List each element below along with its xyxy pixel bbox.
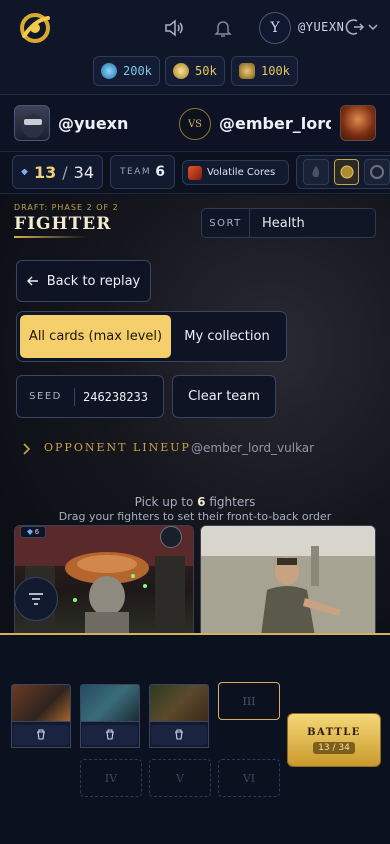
player-name: @yuexn: [58, 114, 129, 133]
filter-chip-1[interactable]: [303, 159, 329, 185]
team-slot-empty[interactable]: IV: [80, 759, 142, 797]
filter-strip: [296, 155, 390, 189]
arrow-left-icon: [26, 276, 38, 286]
chevron-down-icon[interactable]: [367, 21, 379, 33]
currency-gold-pill[interactable]: 50k: [165, 56, 225, 86]
gold-gem-icon: [173, 63, 189, 79]
flame-icon: [312, 166, 319, 177]
spiral-icon: [370, 165, 385, 179]
drag-hint: Drag your fighters to set their front-to…: [58, 510, 332, 523]
vs-badge: VS: [179, 108, 211, 140]
team-slot-3[interactable]: [149, 684, 209, 722]
filter-chip-3[interactable]: [364, 159, 390, 185]
volatile-cores-chip[interactable]: Volatile Cores: [182, 160, 289, 185]
opponent-name: @ember_lord...: [219, 114, 331, 133]
page-title: FIGHTER: [14, 214, 112, 234]
back-to-replay-button[interactable]: Back to replay: [16, 260, 151, 302]
diamond-icon: [21, 168, 28, 176]
currency-coin-pill[interactable]: 100k: [231, 56, 298, 86]
toggle-my-collection[interactable]: My collection: [171, 315, 283, 358]
player-avatar: [14, 105, 50, 141]
toggle-all-cards[interactable]: All cards (max level): [20, 315, 171, 358]
blue-gem-icon: [101, 63, 117, 79]
team-slot-1[interactable]: [11, 684, 71, 722]
trash-icon: [106, 729, 114, 740]
coin-icon: [239, 63, 255, 79]
card-element-icon: [160, 526, 182, 548]
team-size-box: TEAM 6: [110, 155, 175, 189]
team-slot-empty[interactable]: VI: [218, 759, 280, 797]
sort-select[interactable]: SORT Health: [201, 208, 376, 238]
chevron-right-icon[interactable]: [22, 442, 32, 456]
medal-icon: [340, 165, 353, 179]
card-level-badge: 6: [20, 526, 46, 538]
team-slot-empty[interactable]: V: [149, 759, 211, 797]
fighter-card-soldier[interactable]: [200, 525, 376, 635]
bell-icon[interactable]: [212, 17, 234, 39]
seed-field[interactable]: SEED 246238233: [16, 375, 164, 418]
opponent-avatar: [340, 105, 376, 141]
speaker-icon[interactable]: [163, 17, 185, 39]
card-count-box: 13 / 34: [12, 155, 103, 189]
diamond-icon: [26, 529, 33, 535]
title-underline: [14, 236, 88, 238]
remove-slot-2-button[interactable]: [80, 722, 140, 748]
app-logo[interactable]: [16, 10, 54, 46]
core-icon: [188, 165, 202, 180]
clear-team-button[interactable]: Clear team: [172, 375, 276, 418]
logout-icon[interactable]: [345, 17, 365, 37]
filter-fab-button[interactable]: [14, 577, 58, 621]
filter-chip-2[interactable]: [333, 159, 360, 185]
team-slot-active[interactable]: III: [218, 682, 280, 720]
username-label[interactable]: @YUEXN: [298, 20, 344, 34]
trash-icon: [37, 729, 45, 740]
user-avatar[interactable]: Y: [259, 12, 291, 44]
remove-slot-1-button[interactable]: [11, 722, 71, 748]
trash-icon: [175, 729, 183, 740]
filter-icon: [29, 593, 43, 605]
battle-button[interactable]: BATTLE 13 / 34: [288, 714, 380, 766]
opponent-lineup-name: @ember_lord_vulkar: [191, 441, 315, 455]
currency-blue-pill[interactable]: 200k: [93, 56, 160, 86]
remove-slot-3-button[interactable]: [149, 722, 209, 748]
team-slot-2[interactable]: [80, 684, 140, 722]
pick-hint: Pick up to 6 fighters: [134, 495, 256, 509]
opponent-lineup-toggle[interactable]: OPPONENT LINEUP: [44, 441, 191, 454]
phase-label: DRAFT: PHASE 2 OF 2: [14, 203, 119, 212]
